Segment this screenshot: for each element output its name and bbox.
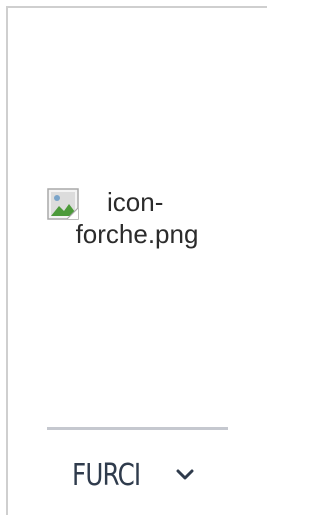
divider: [47, 427, 228, 430]
panel-left-border: [6, 6, 8, 515]
panel-top-border: [6, 6, 267, 8]
chevron-down-icon: [176, 469, 194, 480]
furci-toggle-button[interactable]: FURCI: [72, 453, 194, 497]
image-alt-text-line2: forche.png: [75, 219, 199, 249]
broken-image-icon: [47, 188, 79, 220]
furci-toggle-label: FURCI: [72, 457, 141, 493]
panel: icon- forche.png FURCI: [0, 0, 267, 515]
broken-image: icon- forche.png: [47, 186, 227, 250]
